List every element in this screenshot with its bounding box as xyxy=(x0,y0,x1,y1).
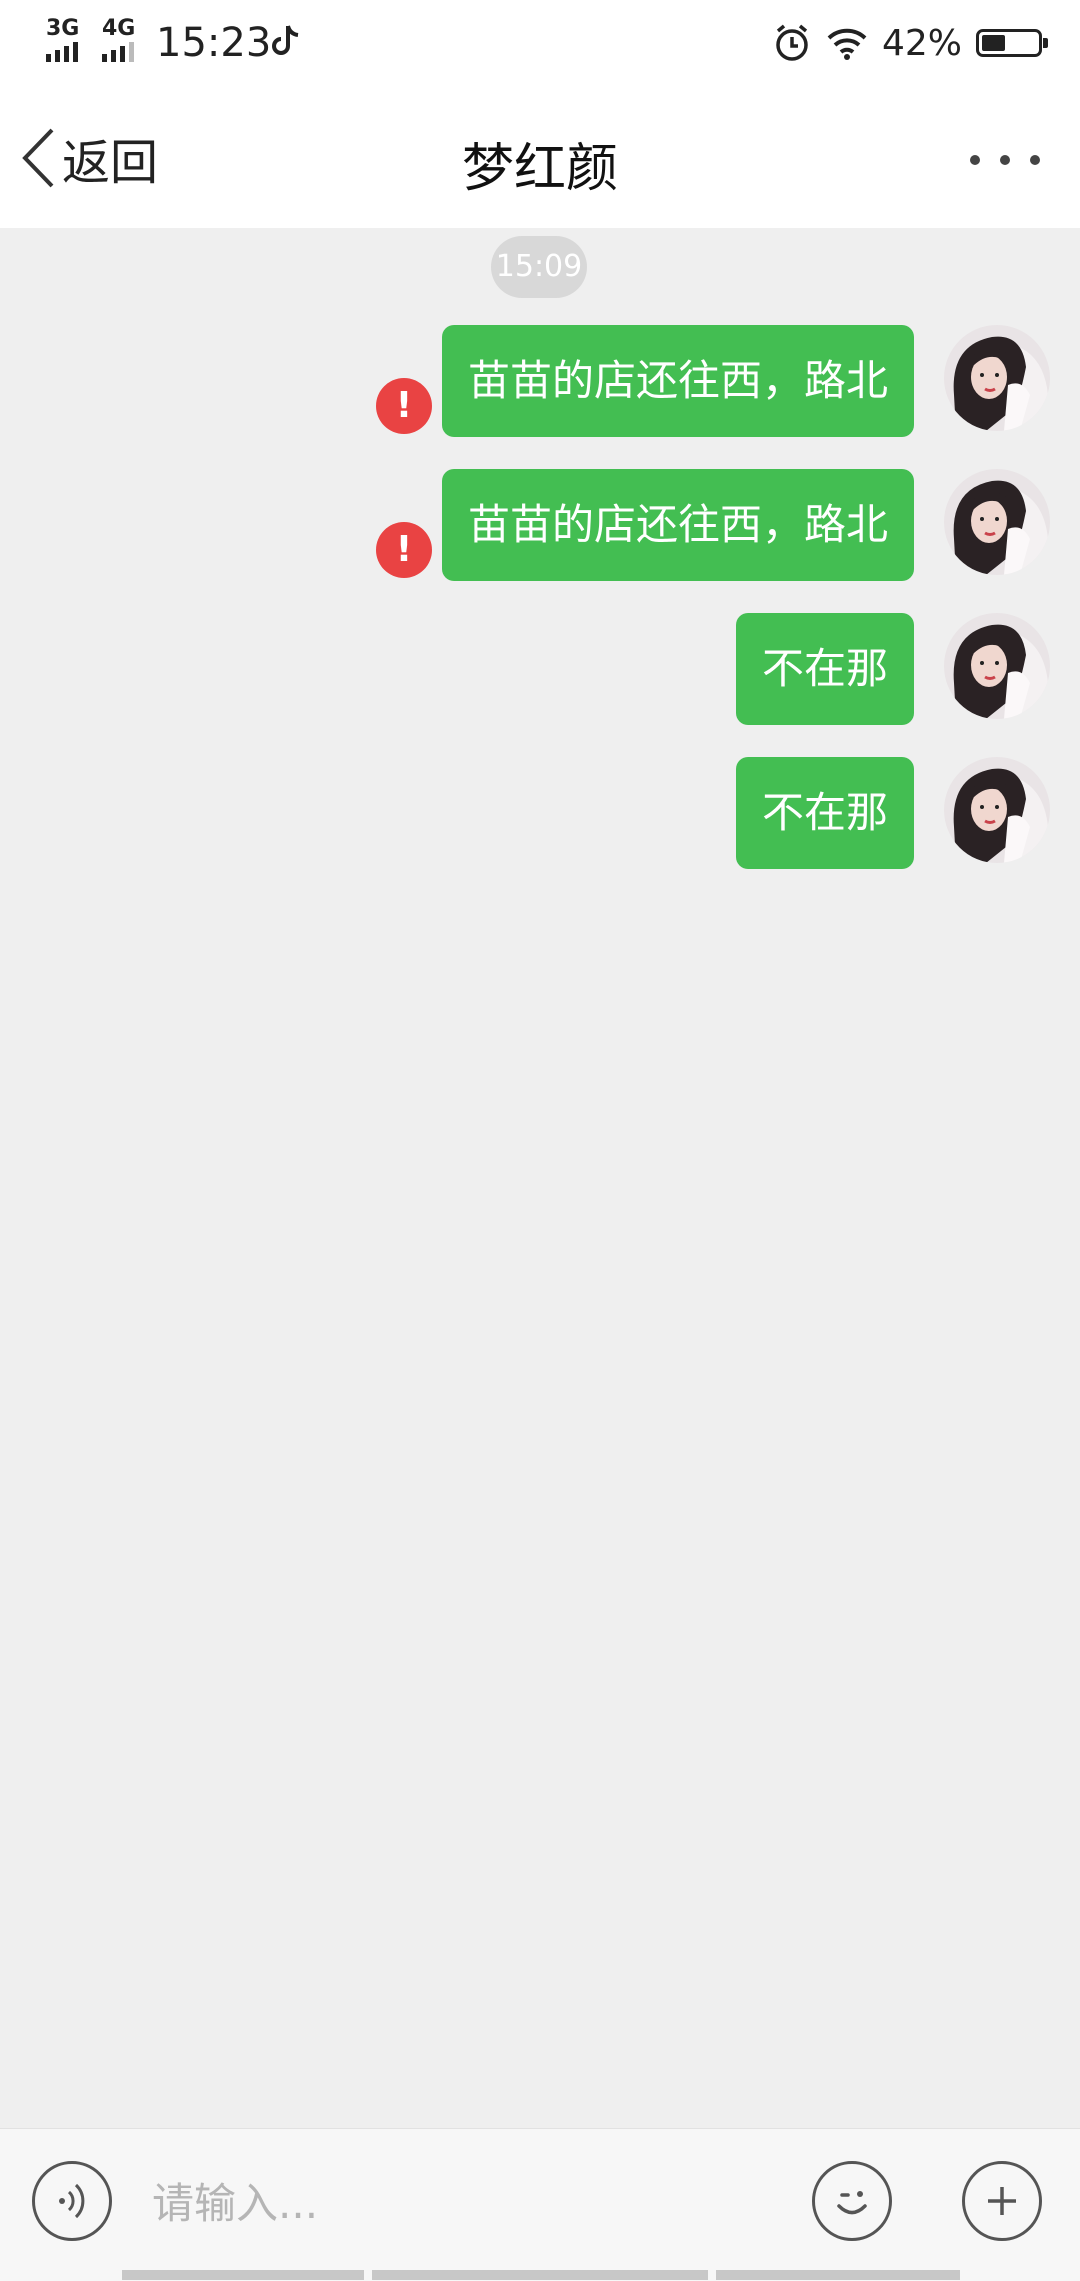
signal-bars-1-icon xyxy=(46,42,78,62)
message-timestamp: 15:09 xyxy=(491,236,587,298)
avatar[interactable] xyxy=(944,325,1050,431)
battery-fill xyxy=(982,35,1005,51)
gesture-bar-right xyxy=(716,2270,960,2280)
avatar[interactable] xyxy=(944,469,1050,575)
nav-bar: 返回 梦红颜 xyxy=(0,88,1080,228)
status-time: 15:23 xyxy=(156,20,272,66)
message-input[interactable] xyxy=(150,2159,784,2247)
voice-button[interactable] xyxy=(32,2161,112,2241)
emoji-button[interactable] xyxy=(812,2161,892,2241)
avatar[interactable] xyxy=(944,757,1050,863)
signal-bars-2-icon xyxy=(102,42,134,62)
battery-icon xyxy=(976,29,1048,57)
message-row: 不在那 xyxy=(0,611,1080,731)
network-3g-label: 3G xyxy=(46,16,80,41)
network-4g-label: 4G xyxy=(102,16,136,41)
page-title: 梦红颜 xyxy=(461,139,618,199)
message-bubble[interactable]: 不在那 xyxy=(735,757,914,869)
plus-icon xyxy=(988,2187,1016,2215)
status-bar: 3G 4G 15:23 42% xyxy=(0,0,1080,88)
tiktok-icon xyxy=(272,25,299,55)
alarm-icon xyxy=(776,24,808,61)
emoji-icon xyxy=(837,2191,867,2215)
message-row: 苗苗的店还往西，路北 ! xyxy=(0,323,1080,443)
plus-button[interactable] xyxy=(962,2161,1042,2241)
status-right-group: 42% xyxy=(772,18,1048,68)
avatar[interactable] xyxy=(944,613,1050,719)
more-dots-icon xyxy=(970,155,980,165)
battery-percent: 42% xyxy=(881,22,962,64)
message-row: 不在那 xyxy=(0,755,1080,875)
chat-area[interactable]: 15:09 苗苗的店还往西，路北 ! 苗苗的店还往西，路北 ! 不在那 不在那 xyxy=(0,228,1080,2128)
send-failed-icon[interactable]: ! xyxy=(376,522,432,578)
gesture-bar-left xyxy=(122,2270,364,2280)
gesture-bar-center[interactable] xyxy=(372,2270,708,2280)
message-bubble[interactable]: 苗苗的店还往西，路北 xyxy=(441,325,914,437)
send-failed-icon[interactable]: ! xyxy=(376,378,432,434)
input-bar xyxy=(0,2128,1080,2281)
message-row: 苗苗的店还往西，路北 ! xyxy=(0,467,1080,587)
message-bubble[interactable]: 苗苗的店还往西，路北 xyxy=(441,469,914,581)
message-bubble[interactable]: 不在那 xyxy=(735,613,914,725)
more-button[interactable] xyxy=(970,130,1040,190)
voice-icon xyxy=(59,2183,85,2219)
wifi-icon xyxy=(827,28,867,60)
